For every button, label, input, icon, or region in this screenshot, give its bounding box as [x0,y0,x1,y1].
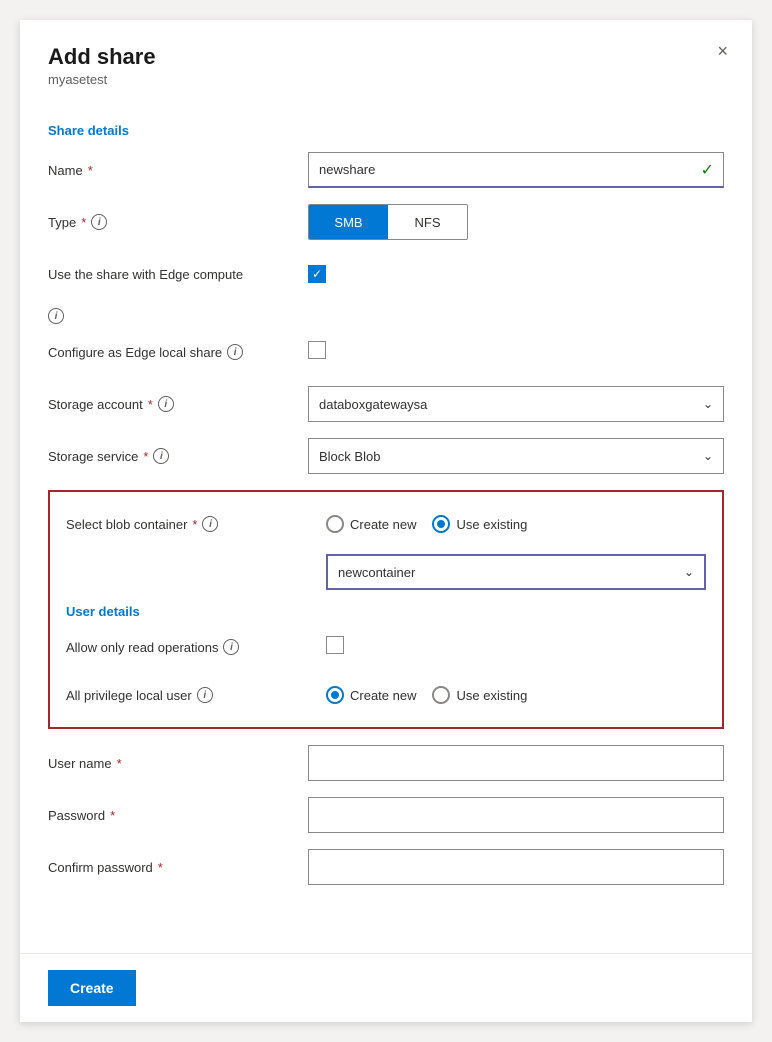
edge-compute-checkbox[interactable] [308,265,326,283]
red-bordered-section: Select blob container * i Create new Use… [48,490,724,729]
privilege-user-info-icon[interactable]: i [197,687,213,703]
container-value: newcontainer [338,565,415,580]
panel-footer: Create [20,953,752,1022]
type-toggle-wrapper: SMB NFS [308,204,724,240]
username-label: User name * [48,756,308,771]
edge-local-checkbox[interactable] [308,341,326,359]
allow-read-row: Allow only read operations i [66,629,706,665]
edge-compute-label: Use the share with Edge compute [48,267,308,282]
blob-required: * [192,517,197,532]
type-label: Type * i [48,214,308,230]
type-nfs-option[interactable]: NFS [388,205,467,239]
privilege-user-row: All privilege local user i Create new Us… [66,677,706,713]
close-button[interactable]: × [717,42,728,60]
edge-local-checkbox-wrapper [308,341,724,364]
blob-create-new-radio[interactable] [326,515,344,533]
privilege-create-new-option[interactable]: Create new [326,686,416,704]
storage-service-label: Storage service * i [48,448,308,464]
password-label: Password * [48,808,308,823]
storage-account-value: databoxgatewaysa [319,397,427,412]
privilege-radio-wrapper: Create new Use existing [326,686,706,704]
confirm-password-input[interactable] [308,849,724,885]
user-details-title: User details [66,604,706,619]
username-required: * [117,756,122,771]
edge-compute-info-icon[interactable]: i [48,308,64,324]
edge-compute-info-row: i [48,308,724,324]
name-row: Name * ✓ [48,152,724,188]
allow-read-info-icon[interactable]: i [223,639,239,655]
panel-title: Add share [48,44,724,70]
storage-service-required: * [143,449,148,464]
storage-service-info-icon[interactable]: i [153,448,169,464]
allow-read-checkbox[interactable] [326,636,344,654]
container-arrow: ⌄ [684,565,694,579]
edge-local-info-icon[interactable]: i [227,344,243,360]
confirm-password-row: Confirm password * [48,849,724,885]
name-input[interactable] [308,152,724,188]
add-share-panel: Add share myasetest × Share details Name… [20,20,752,1022]
blob-create-new-label: Create new [350,517,416,532]
blob-radio-group: Create new Use existing [326,515,706,533]
storage-account-dropdown[interactable]: databoxgatewaysa ⌄ [308,386,724,422]
type-row: Type * i SMB NFS [48,204,724,240]
edge-compute-checkbox-wrapper [308,265,724,283]
username-row: User name * [48,745,724,781]
create-button[interactable]: Create [48,970,136,1006]
privilege-create-new-label: Create new [350,688,416,703]
storage-account-label: Storage account * i [48,396,308,412]
type-toggle[interactable]: SMB NFS [308,204,468,240]
privilege-use-existing-option[interactable]: Use existing [432,686,527,704]
name-field-wrapper: ✓ [308,152,724,188]
blob-radio-wrapper: Create new Use existing [326,515,706,533]
container-dropdown[interactable]: newcontainer ⌄ [326,554,706,590]
password-row: Password * [48,797,724,833]
blob-use-existing-radio[interactable] [432,515,450,533]
edge-local-label: Configure as Edge local share i [48,344,308,360]
type-info-icon[interactable]: i [91,214,107,230]
password-field-wrapper [308,797,724,833]
confirm-password-field-wrapper [308,849,724,885]
blob-container-row: Select blob container * i Create new Use… [66,506,706,542]
type-required: * [81,215,86,230]
blob-create-new-option[interactable]: Create new [326,515,416,533]
blob-use-existing-option[interactable]: Use existing [432,515,527,533]
type-smb-option[interactable]: SMB [309,205,388,239]
storage-service-dropdown[interactable]: Block Blob ⌄ [308,438,724,474]
blob-container-label: Select blob container * i [66,516,326,532]
blob-use-existing-label: Use existing [456,517,527,532]
storage-account-dropdown-wrapper: databoxgatewaysa ⌄ [308,386,724,422]
username-field-wrapper [308,745,724,781]
panel-body: Share details Name * ✓ Type * i SMB NF [20,99,752,953]
password-required: * [110,808,115,823]
edge-local-row: Configure as Edge local share i [48,334,724,370]
privilege-user-label: All privilege local user i [66,687,326,703]
allow-read-checkbox-wrapper [326,636,706,659]
allow-read-label: Allow only read operations i [66,639,326,655]
confirm-password-required: * [158,860,163,875]
edge-compute-row: Use the share with Edge compute [48,256,724,292]
storage-service-row: Storage service * i Block Blob ⌄ [48,438,724,474]
container-dropdown-wrapper: newcontainer ⌄ [326,554,706,590]
panel-header: Add share myasetest × [20,20,752,99]
storage-account-required: * [148,397,153,412]
privilege-use-existing-label: Use existing [456,688,527,703]
username-input[interactable] [308,745,724,781]
share-details-title: Share details [48,123,724,138]
password-input[interactable] [308,797,724,833]
blob-info-icon[interactable]: i [202,516,218,532]
confirm-password-label: Confirm password * [48,860,308,875]
privilege-create-new-radio[interactable] [326,686,344,704]
privilege-use-existing-radio[interactable] [432,686,450,704]
name-label: Name * [48,163,308,178]
storage-account-arrow: ⌄ [703,397,713,411]
storage-service-arrow: ⌄ [703,449,713,463]
storage-account-info-icon[interactable]: i [158,396,174,412]
storage-service-dropdown-wrapper: Block Blob ⌄ [308,438,724,474]
panel-subtitle: myasetest [48,72,724,87]
storage-account-row: Storage account * i databoxgatewaysa ⌄ [48,386,724,422]
name-required: * [88,163,93,178]
name-valid-icon: ✓ [701,160,714,180]
storage-service-value: Block Blob [319,449,380,464]
privilege-radio-group: Create new Use existing [326,686,706,704]
